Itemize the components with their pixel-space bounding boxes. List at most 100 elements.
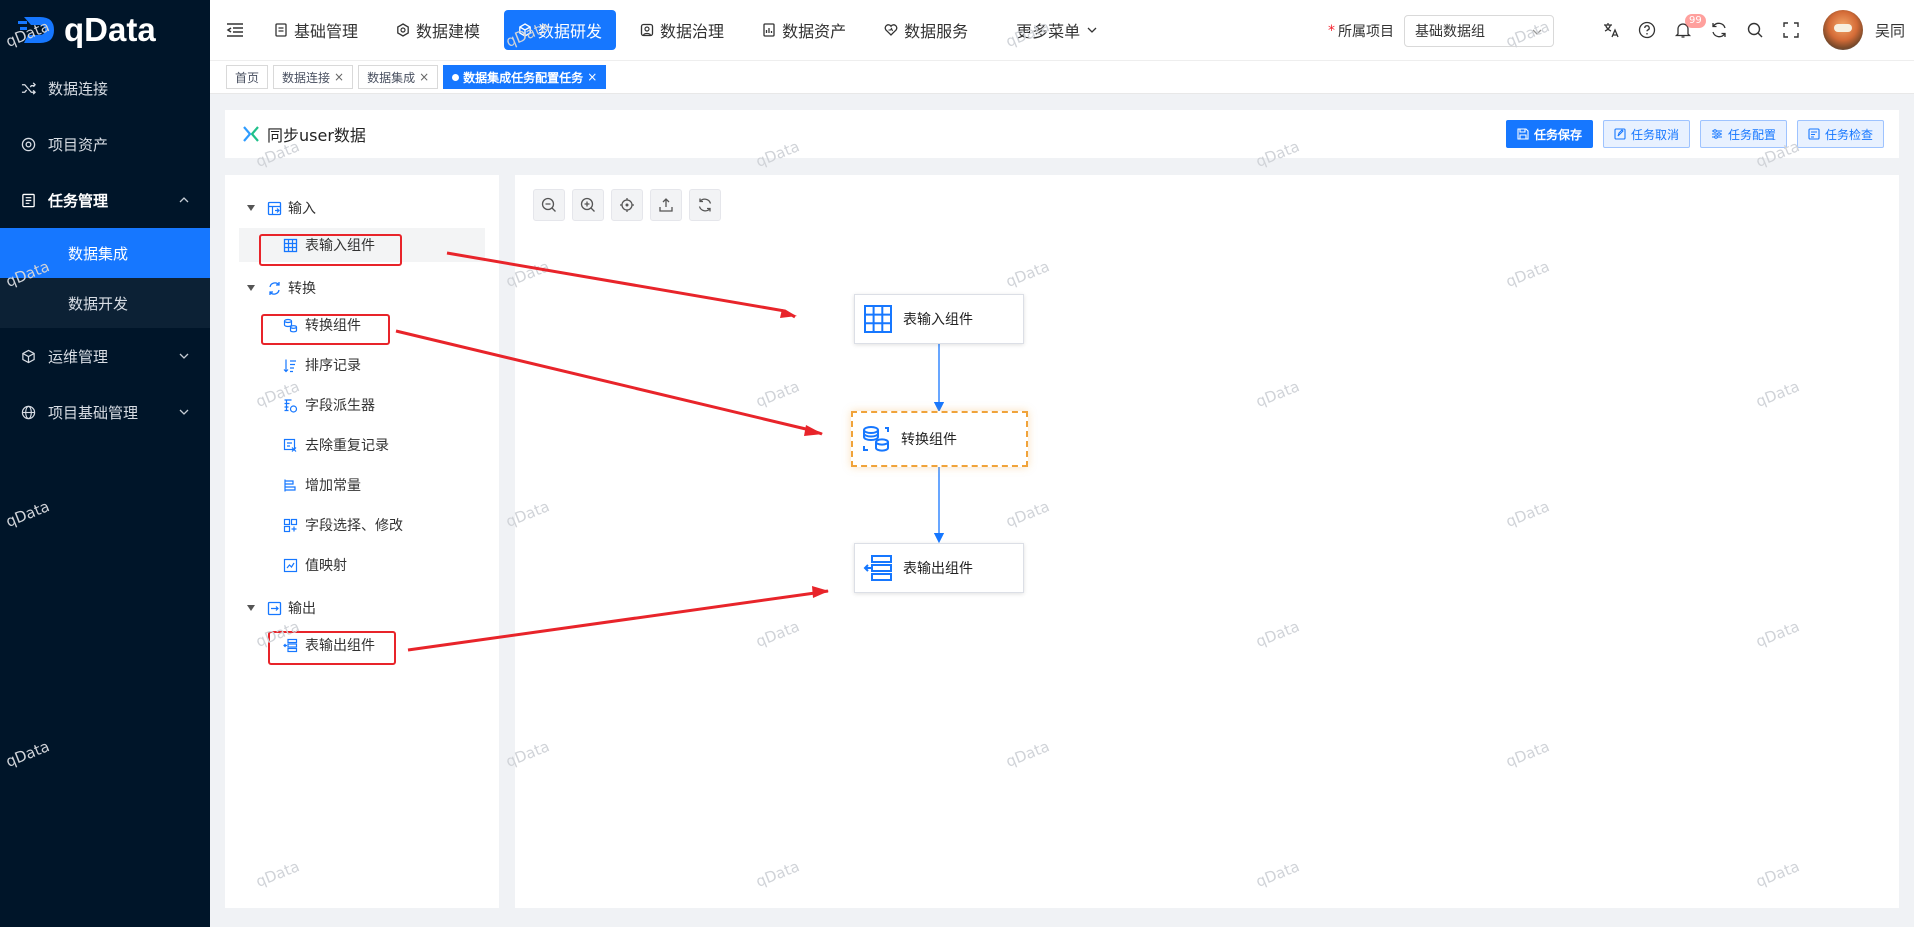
tab-label: 首页 <box>235 70 260 85</box>
nav-data-assets[interactable]: 数据资产 <box>748 10 860 50</box>
node-transform[interactable]: 转换组件 <box>851 411 1028 467</box>
component-tree: 输入 表输入组件 转换 转换组件 排序记录 字段派生器 去除重复记录 增加常量 … <box>225 175 499 908</box>
caret-down-icon <box>247 285 255 291</box>
node-table-input[interactable]: 表输入组件 <box>854 294 1024 344</box>
tab-data-connection[interactable]: 数据连接 × <box>273 65 354 89</box>
tree-item-sort-records[interactable]: 排序记录 <box>283 354 361 376</box>
sort-icon <box>283 359 296 372</box>
table-output-icon <box>863 555 892 581</box>
doc-icon <box>275 23 287 37</box>
tab-label: 数据连接 <box>282 70 331 85</box>
fullscreen-button[interactable] <box>1773 12 1809 48</box>
add-constant-icon <box>284 479 296 491</box>
chevron-down-icon <box>179 409 189 415</box>
nav-label: 数据治理 <box>660 22 725 41</box>
sidebar-item-project-base[interactable]: 项目基础管理 <box>0 384 210 440</box>
tab-home[interactable]: 首页 <box>226 65 269 89</box>
logo[interactable]: qData <box>0 0 210 60</box>
button-label: 任务取消 <box>1630 127 1679 142</box>
tree-item-dedupe[interactable]: 去除重复记录 <box>283 434 389 456</box>
tab-task-config[interactable]: 数据集成任务配置任务 × <box>443 65 607 89</box>
menu-fold-icon <box>226 23 243 37</box>
nav-label: 数据建模 <box>416 22 481 41</box>
tree-group-input[interactable]: 输入 <box>247 198 316 218</box>
nav-label: 数据资产 <box>782 22 847 41</box>
brand-name: qData <box>64 11 156 48</box>
tree-item-value-mapping[interactable]: 值映射 <box>283 554 347 576</box>
nav-data-modeling[interactable]: 数据建模 <box>382 10 494 50</box>
sidebar-item-data-integration[interactable]: 数据集成 <box>0 228 210 278</box>
asset-icon <box>20 136 36 152</box>
tree-group-label: 转换 <box>288 281 316 297</box>
sidebar-item-label: 项目资产 <box>48 135 109 154</box>
sidebar-item-data-connection[interactable]: 数据连接 <box>0 60 210 116</box>
tab-data-integration[interactable]: 数据集成 × <box>358 65 439 89</box>
tree-group-transform[interactable]: 转换 <box>247 278 316 298</box>
output-group-icon <box>267 601 282 615</box>
tree-group-output[interactable]: 输出 <box>247 598 316 618</box>
governance-icon <box>640 23 654 37</box>
sliders-icon <box>1711 129 1722 139</box>
close-icon[interactable]: × <box>334 70 344 84</box>
notification-button[interactable]: 99 <box>1665 12 1706 48</box>
flow-canvas[interactable]: 表输入组件 转换组件 表输出组件 <box>515 175 1899 908</box>
nav-label: 基础管理 <box>294 22 359 41</box>
chevron-up-icon <box>179 197 189 203</box>
tree-item-field-select[interactable]: 字段选择、修改 <box>283 514 403 536</box>
sidebar-item-operations[interactable]: 运维管理 <box>0 328 210 384</box>
tree-item-add-constant[interactable]: 增加常量 <box>283 474 361 496</box>
task-management-submenu: 数据集成 数据开发 <box>0 228 210 328</box>
task-type-icon <box>243 126 259 142</box>
tree-group-label: 输出 <box>288 601 316 617</box>
nav-data-governance[interactable]: 数据治理 <box>626 10 738 50</box>
tree-item-label: 排序记录 <box>305 358 361 374</box>
sidebar-item-task-management[interactable]: 任务管理 <box>0 172 210 228</box>
input-group-icon <box>267 201 282 215</box>
check-doc-icon <box>1808 128 1820 140</box>
hexagon-icon <box>397 23 409 37</box>
task-actions: 任务保存 任务取消 任务配置 任务检查 <box>1505 120 1884 148</box>
help-button[interactable] <box>1629 12 1665 48</box>
tree-item-label: 增加常量 <box>305 478 361 494</box>
close-icon[interactable]: × <box>587 70 597 84</box>
globe-icon <box>20 404 36 420</box>
nav-basic-management[interactable]: 基础管理 <box>260 10 372 50</box>
button-label: 任务配置 <box>1727 127 1776 142</box>
nav-data-development[interactable]: 数据研发 <box>504 10 617 50</box>
dedupe-icon <box>283 438 297 452</box>
search-icon <box>1747 22 1763 38</box>
config-task-button[interactable]: 任务配置 <box>1699 120 1787 148</box>
sidebar-item-project-assets[interactable]: 项目资产 <box>0 116 210 172</box>
button-label: 任务检查 <box>1824 127 1873 142</box>
username[interactable]: 吴同 <box>1875 20 1905 41</box>
tree-item-label: 字段选择、修改 <box>305 518 403 534</box>
save-task-button[interactable]: 任务保存 <box>1505 120 1593 148</box>
tree-item-field-deriver[interactable]: 字段派生器 <box>283 394 375 416</box>
value-mapping-icon <box>283 558 298 572</box>
translate-button[interactable] <box>1593 12 1629 48</box>
nav-label: 数据研发 <box>538 22 603 41</box>
refresh-button[interactable] <box>1701 12 1737 48</box>
search-button[interactable] <box>1737 12 1773 48</box>
sidebar-item-data-development[interactable]: 数据开发 <box>0 278 210 328</box>
nav-data-services[interactable]: 数据服务 <box>870 10 982 50</box>
menu-fold-button[interactable] <box>210 0 260 60</box>
sidebar-item-label: 运维管理 <box>48 347 109 366</box>
close-icon[interactable]: × <box>419 70 429 84</box>
check-task-button[interactable]: 任务检查 <box>1796 120 1884 148</box>
field-select-icon <box>283 518 298 532</box>
chevron-down-icon <box>1087 27 1097 33</box>
cancel-task-button[interactable]: 任务取消 <box>1602 120 1690 148</box>
project-select[interactable]: 基础数据组 <box>1404 15 1554 47</box>
task-list-icon <box>20 192 36 208</box>
sidebar-item-label: 任务管理 <box>48 191 109 210</box>
avatar[interactable] <box>1823 10 1863 50</box>
help-icon <box>1638 21 1656 39</box>
tree-item-label: 字段派生器 <box>305 398 375 414</box>
nav-more-menu[interactable]: 更多菜单 <box>1002 10 1112 50</box>
header-tools: 99 吴同 <box>1593 0 1905 60</box>
tab-label: 数据集成任务配置任务 <box>463 70 584 85</box>
node-label: 转换组件 <box>901 432 957 448</box>
caret-down-icon <box>247 605 255 611</box>
node-table-output[interactable]: 表输出组件 <box>854 543 1024 593</box>
